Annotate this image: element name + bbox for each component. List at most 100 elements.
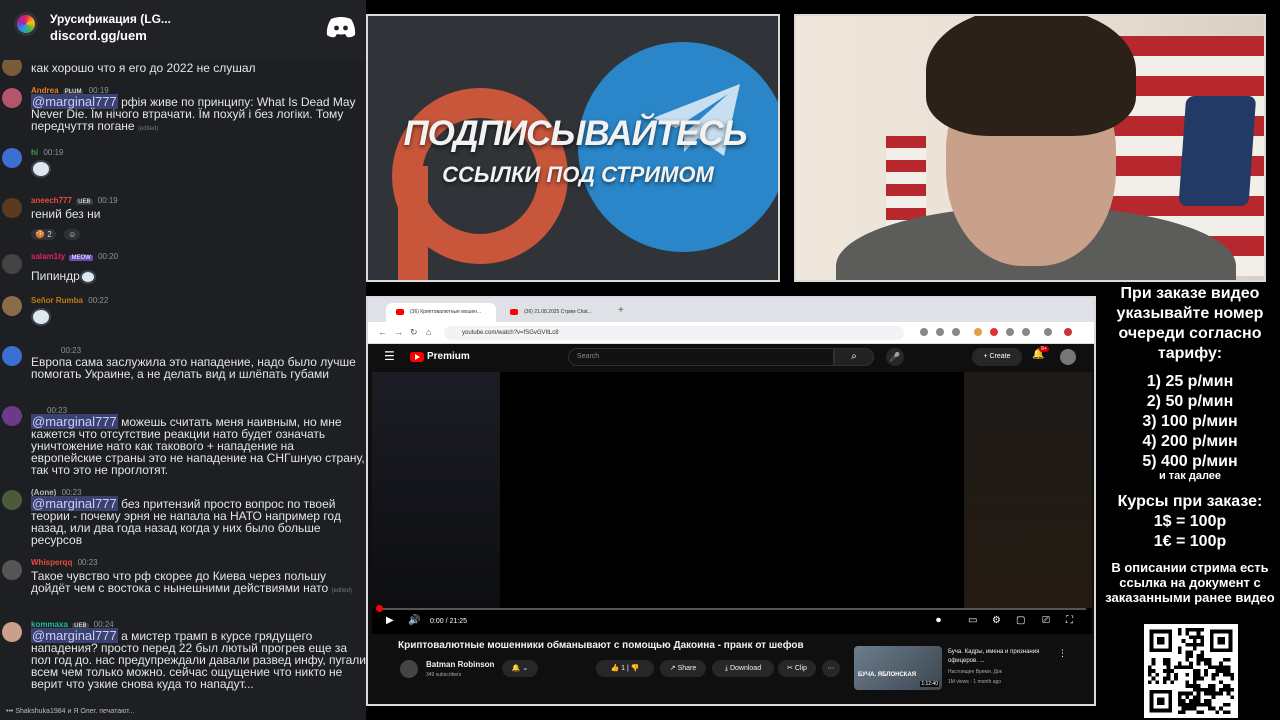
discord-logo-icon [326,17,356,38]
youtube-favicon-icon [396,309,404,315]
download-button[interactable]: ⤓ Download [712,660,774,677]
tab-bar: (36) Криптовалютные мошен... (36) 21.08.… [368,298,1094,322]
channel-name[interactable]: Batman Robinson [426,660,494,669]
webcam-feed [794,14,1266,282]
exchange-rates: Курсы при заказе: 1$ = 100р 1€ = 100р [1100,492,1280,552]
back-icon[interactable]: ← [378,327,387,337]
emoji-message [31,160,51,178]
browser-tab[interactable]: (36) 21.08.2025 Стрим Chat... [500,303,610,322]
timestamp: 00:23 [77,558,98,567]
message-meta: Señor Rumba 00:22 [31,296,108,305]
user-avatar [2,296,22,316]
add-reaction-icon[interactable]: ☺ [64,229,81,240]
message-text: @marginal777 можешь считать меня наивным… [31,414,366,476]
typing-indicator: ••• Shakshuka1984 и Я Олег. печатают... [6,708,134,715]
new-tab-icon[interactable]: + [618,305,624,316]
message-text: Пипиндр [31,270,366,284]
reload-icon[interactable]: ↻ [410,327,418,338]
youtube-header: ☰ Premium Search ⌕ 🎤 + Create 🔔 9+ [368,344,1094,370]
timestamp: 00:19 [97,196,118,205]
reaction-button[interactable]: 🍪 2 [31,229,56,240]
username[interactable]: Whisperqq [31,558,72,567]
user-avatar [2,346,22,366]
user-avatar [2,254,22,274]
cast-icon[interactable]: ⎚ [1042,615,1050,626]
message-meta: hi 00:19 [31,148,63,157]
message-meta: salam1ty MEOW 00:20 [31,252,118,261]
server-icon[interactable] [14,12,38,36]
recommended-video-title[interactable]: Буча. Кадры, имена и признания офицеров.… [948,648,1052,666]
progress-bar[interactable] [378,608,1086,610]
miniplayer-icon[interactable]: ▢ [1016,615,1025,626]
edited-tag: (edited) [137,126,159,132]
home-icon[interactable]: ⌂ [426,327,431,337]
extension-icon[interactable] [974,328,982,336]
star-icon[interactable] [952,328,960,336]
fullscreen-icon[interactable]: ⛶ [1066,615,1073,626]
message-meta: Whisperqq 00:23 [31,558,98,567]
like-count: 1 [621,665,626,672]
play-icon[interactable]: ▶ [386,615,394,626]
message-text: Европа сама заслужила это нападение, над… [31,355,356,381]
username[interactable]: aneech777 [31,196,72,205]
recommended-video-channel[interactable]: Настоящее Время. Док [948,669,1002,675]
browser-tab-active[interactable]: (36) Криптовалютные мошен... [386,303,496,322]
message-text: как хорошо что я его до 2022 не слушал [31,61,256,75]
emoji-message [31,308,51,326]
scrubber-handle[interactable] [376,605,383,612]
username[interactable]: hi [31,148,38,157]
profile-icon[interactable] [1044,328,1052,336]
rates-etc: и так далее [1158,470,1222,482]
download-label: Download [729,665,762,672]
extension-icon[interactable] [1006,328,1014,336]
youtube-brand[interactable]: Premium [427,351,470,362]
extension-icon[interactable] [936,328,944,336]
youtube-logo-icon[interactable] [410,352,424,362]
profile-icon[interactable] [1064,328,1072,336]
message-content: Такое чувство что рф скорее до Киева чер… [31,569,329,595]
more-options-icon[interactable]: ⋮ [1058,648,1067,659]
username[interactable]: salam1ty [31,252,65,261]
video-player[interactable]: ▶ 🔊 0:00 / 21:25 ⏺ ▭ ⚙ ▢ ⎚ ⛶ [372,372,1092,634]
user-avatar [2,88,22,108]
rate-item: 2) 50 р/мин [1146,393,1234,410]
more-actions-button[interactable]: ⋯ [822,660,840,677]
extension-icon[interactable] [920,328,928,336]
reactions: 🍪 2 ☺ [31,224,84,242]
timestamp: 00:23 [61,346,82,355]
qr-code [1144,624,1238,718]
server-invite-link[interactable]: discord.gg/uem [50,28,147,43]
forward-icon[interactable]: → [394,327,403,337]
notification-badge: 9+ [1039,346,1049,352]
eur-rate: 1€ = 100р [1153,533,1227,550]
search-icon[interactable]: ⌕ [834,348,874,366]
subscriber-count: 349 subscribers [426,672,462,678]
like-button[interactable]: 👍 1 | 👎 [596,660,654,677]
exchange-title: Курсы при заказе: [1117,493,1263,510]
rate-item: 4) 200 р/мин [1142,433,1238,450]
url-field[interactable]: youtube.com/watch?v=fSGvGVItLc8 [444,326,904,340]
microphone-icon[interactable]: 🎤 [886,348,904,366]
share-button[interactable]: ↗ Share [660,660,706,677]
message-text: @marginal777 без притензий просто вопрос… [31,496,366,546]
rate-item: 3) 100 р/мин [1142,413,1238,430]
channel-avatar[interactable] [400,660,418,678]
search-input[interactable]: Search [568,348,834,366]
username[interactable]: Señor Rumba [31,296,83,305]
message-meta: aneech777 UEB 00:19 [31,196,118,205]
extension-icon[interactable] [1022,328,1030,336]
notification-bell-button[interactable]: 🔔 ⌄ [502,660,538,677]
create-label: Create [989,353,1011,360]
server-header: Урусификация (LG... discord.gg/uem [0,0,366,60]
emoji-icon [79,270,96,284]
volume-icon[interactable]: 🔊 [408,615,420,626]
autoplay-toggle-icon[interactable]: ⏺ [936,615,941,626]
recommended-video-thumbnail[interactable]: БУЧА. ЯБЛОНСКАЯ 1:12:40 [854,646,942,690]
extension-icon[interactable] [990,328,998,336]
account-avatar[interactable] [1060,349,1076,365]
create-button[interactable]: + Create [972,348,1022,366]
menu-icon[interactable]: ☰ [384,349,395,363]
clip-button[interactable]: ✂ Clip [778,660,816,677]
subtitles-icon[interactable]: ▭ [968,615,977,626]
settings-gear-icon[interactable]: ⚙ [992,615,1001,626]
